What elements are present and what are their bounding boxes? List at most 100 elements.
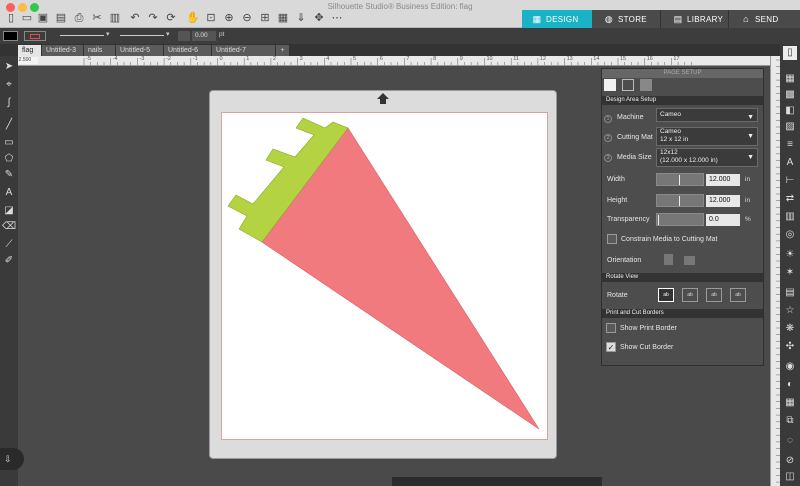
line-tool-icon[interactable]: ╱ [2,118,16,132]
open-folder-icon[interactable]: ▭ [20,12,34,25]
fill-tool-icon[interactable]: ◪ [2,204,16,218]
redraw-icon[interactable]: ⟳ [164,12,178,25]
nesting-icon[interactable]: ◐ [783,378,797,392]
redo-icon[interactable]: ↷ [146,12,160,25]
library-panel-icon[interactable]: ▤ [783,286,797,300]
line-color-swatch[interactable] [24,31,46,41]
doc-tab-untitled-6[interactable]: Untitled-6 [164,45,212,56]
line-style-dropdown-icon[interactable]: ▾ [106,30,110,38]
text-style-icon[interactable]: A [783,156,797,170]
color-fill-icon[interactable]: ▩ [783,88,797,102]
width-input[interactable]: 12.000 [706,174,740,186]
doc-tab-nails[interactable]: nails [84,45,116,56]
tab-library[interactable]: ▤ LIBRARY [660,10,728,28]
tab-send[interactable]: ⌂ SEND [728,10,800,28]
close-window-button[interactable] [6,3,15,12]
transparency-input[interactable]: 0.0 [706,214,740,226]
eyedropper-tool-icon[interactable]: ✐ [2,254,16,268]
page-setup-icon[interactable]: ▯ [783,46,797,60]
move-icon[interactable]: ✥ [312,12,326,25]
machine-dropdown[interactable]: Cameo ▼ [656,108,758,122]
new-document-icon[interactable]: ▯ [4,12,18,25]
select-arrow-icon[interactable]: ➤ [2,60,16,74]
height-input[interactable]: 12.000 [706,195,740,207]
grid-settings-icon[interactable]: ▦ [783,72,797,86]
zoom-select-icon[interactable]: ⊡ [204,12,218,25]
line-color-icon[interactable]: ▨ [783,120,797,134]
new-tab-button[interactable]: + [276,45,290,56]
point-edit-icon[interactable]: ⌖ [2,78,16,92]
pencil-tool-icon[interactable]: ✎ [2,168,16,182]
undo-icon[interactable]: ↶ [128,12,142,25]
line-width-slider[interactable] [178,31,190,41]
doc-tab-untitled-5[interactable]: Untitled-5 [116,45,164,56]
landscape-orientation-icon[interactable] [684,256,695,265]
ruler-label: 12 [539,56,547,62]
polygon-tool-icon[interactable]: ⬠ [2,152,16,166]
line-width-input[interactable]: 0.00 [192,31,216,41]
replicate-icon[interactable]: ▥ [783,210,797,224]
portrait-orientation-icon[interactable] [664,254,673,265]
library-save-icon[interactable]: ▤ [54,12,68,25]
rotate-90-button[interactable]: ab [682,288,698,302]
text-tool-icon[interactable]: A [2,186,16,200]
tab-store[interactable]: ◍ STORE [592,10,660,28]
tab-design[interactable]: ▦ DESIGN [522,10,592,28]
pan-icon[interactable]: ✋ [186,12,200,25]
fill-color-swatch[interactable] [3,31,18,41]
width-slider[interactable] [656,173,704,186]
show-cut-border-checkbox[interactable]: ✓ [606,342,616,352]
download-panel-icon[interactable]: ⇩ [0,448,24,470]
cutting-mat-dropdown[interactable]: Cameo 12 x 12 in ▼ [656,127,758,146]
doc-tab-flag[interactable]: flag [18,45,42,56]
stitch-icon[interactable]: ⊘ [783,454,797,468]
rectangle-tool-icon[interactable]: ▭ [2,136,16,150]
constrain-media-checkbox[interactable] [607,234,617,244]
sketch-icon[interactable]: ✣ [783,340,797,354]
shadow-icon[interactable]: ◫ [783,470,797,484]
transform-icon[interactable]: ⇄ [783,192,797,206]
minimize-window-button[interactable] [18,3,27,12]
line-join-dropdown-icon[interactable]: ▾ [166,30,170,38]
align-icon[interactable]: ⋯ [330,12,344,25]
offset-icon[interactable]: ☀ [783,248,797,262]
zoom-out-icon[interactable]: ⊖ [240,12,254,25]
page-setup-tab-icon[interactable] [604,79,616,91]
rotate-270-button[interactable]: ab [730,288,746,302]
doc-tab-untitled-3[interactable]: Untitled-3 [42,45,84,56]
zoom-fit-icon[interactable]: ⊞ [258,12,272,25]
show-print-border-checkbox[interactable] [606,323,616,333]
move-down-icon[interactable]: ⇓ [294,12,308,25]
cut-icon[interactable]: ✂ [90,12,104,25]
modify-icon[interactable]: ◎ [783,228,797,242]
object-panel-icon[interactable]: ◌ [783,434,797,448]
star-icon[interactable]: ☆ [783,304,797,318]
line-style-icon[interactable]: ≡ [783,138,797,152]
knife-tool-icon[interactable]: ⟋ [2,238,16,252]
grid-tab-icon[interactable] [622,79,634,91]
pixscan-icon[interactable]: ▦ [783,396,797,410]
media-size-dropdown[interactable]: 12x12 (12.000 x 12.000 in) ▼ [656,148,758,167]
rhinestone-icon[interactable]: ❋ [783,322,797,336]
print-icon[interactable]: ⎙ [72,12,86,25]
trace-icon[interactable]: ✶ [783,266,797,280]
maximize-window-button[interactable] [30,3,39,12]
paste-icon[interactable]: ▥ [108,12,122,25]
curve-icon[interactable]: ∫ [2,96,16,110]
layers-icon[interactable]: ◉ [783,360,797,374]
flag-design[interactable] [221,112,551,442]
background-tab-icon[interactable] [640,79,652,91]
doc-tab-untitled-7[interactable]: Untitled-7 [212,45,276,56]
gradient-icon[interactable]: ◧ [783,104,797,118]
save-icon[interactable]: ▣ [36,12,50,25]
zoom-page-icon[interactable]: ▦ [276,12,290,25]
zoom-in-icon[interactable]: ⊕ [222,12,236,25]
height-slider[interactable] [656,194,704,207]
rotate-180-button[interactable]: ab [706,288,722,302]
transparency-slider[interactable] [656,213,704,226]
align-panel-icon[interactable]: ⊢ [783,174,797,188]
eraser-tool-icon[interactable]: ⌫ [2,220,16,234]
warp-icon[interactable]: ⧉ [783,414,797,428]
rotate-0-button[interactable]: ab [658,288,674,302]
rotate-label: Rotate [607,292,628,299]
